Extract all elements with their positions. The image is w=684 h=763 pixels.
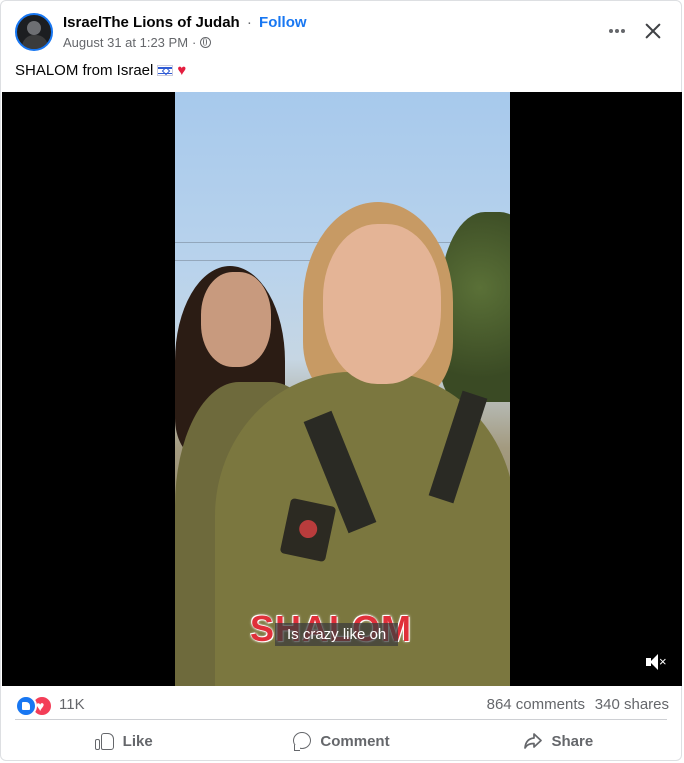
- share-icon: [523, 731, 543, 751]
- person-face: [201, 272, 271, 367]
- like-label: Like: [122, 732, 153, 750]
- video-player[interactable]: SHALOM Is crazy like oh ×: [2, 92, 682, 686]
- follow-button[interactable]: Follow: [259, 14, 307, 31]
- page-name-link[interactable]: IsraelThe Lions of Judah: [63, 14, 240, 31]
- person-face: [323, 224, 441, 384]
- facebook-post: IsraelThe Lions of Judah · Follow August…: [0, 0, 682, 761]
- avatar-body: [22, 35, 48, 49]
- page-name-line: IsraelThe Lions of Judah · Follow: [63, 14, 307, 31]
- caption-text: SHALOM from Israel: [15, 62, 154, 79]
- share-button[interactable]: Share: [450, 723, 667, 759]
- comment-button[interactable]: Comment: [232, 723, 449, 759]
- video-frame: SHALOM Is crazy like oh: [175, 92, 510, 686]
- more-horizontal-icon[interactable]: [607, 21, 627, 41]
- post-header: IsraelThe Lions of Judah · Follow August…: [1, 1, 681, 59]
- post-actions: Like Comment Share: [15, 723, 667, 759]
- globe-icon[interactable]: [200, 37, 212, 48]
- divider: [15, 719, 667, 720]
- close-icon[interactable]: [641, 19, 665, 43]
- share-label: Share: [551, 732, 594, 750]
- name-separator: ·: [246, 14, 252, 31]
- reaction-count[interactable]: 11K: [59, 696, 85, 713]
- comments-count[interactable]: 864 comments: [487, 696, 585, 713]
- volume-muted-icon[interactable]: ×: [644, 652, 670, 672]
- comment-icon: [292, 731, 312, 751]
- comment-label: Comment: [320, 732, 390, 750]
- red-heart-icon: ♥: [177, 62, 187, 79]
- video-subtitle: Is crazy like oh: [275, 623, 399, 646]
- page-avatar[interactable]: [15, 13, 53, 51]
- meta-separator: ·: [192, 35, 197, 50]
- like-button[interactable]: Like: [15, 723, 232, 759]
- post-stats: 11K 864 comments 340 shares: [1, 687, 681, 719]
- avatar-face: [27, 21, 41, 35]
- post-caption: SHALOM from Israel ♥: [15, 62, 186, 79]
- shares-count[interactable]: 340 shares: [595, 696, 669, 713]
- like-reaction-icon[interactable]: [15, 695, 37, 717]
- thumbs-up-icon: [94, 731, 115, 751]
- post-meta: August 31 at 1:23 PM ·: [63, 35, 212, 50]
- post-timestamp[interactable]: August 31 at 1:23 PM: [63, 35, 188, 50]
- israel-flag-icon: [157, 65, 174, 76]
